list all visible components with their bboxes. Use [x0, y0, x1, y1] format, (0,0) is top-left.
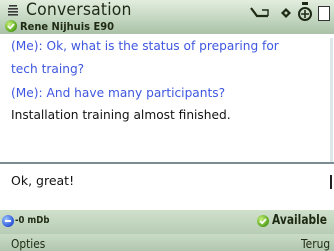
- status-bar: -0 mDb Available: [0, 210, 334, 234]
- data-connection-icon: [281, 8, 291, 18]
- text-cursor: [330, 175, 332, 189]
- options-softkey[interactable]: Opties: [11, 236, 45, 251]
- message-line: tech traing?: [11, 62, 85, 76]
- conversation-screen: Conversation Rene Nijhuis E90 (Me): Ok, …: [0, 0, 334, 251]
- conversation-app-icon: [8, 5, 18, 16]
- network-icon: [2, 215, 14, 227]
- softkey-bar: [0, 234, 334, 251]
- battery-level-icon: [318, 6, 330, 21]
- contact-presence-icon: [5, 20, 17, 32]
- availability-status[interactable]: Available: [272, 213, 327, 228]
- network-status: -0 mDb: [15, 215, 50, 226]
- message-input-text[interactable]: Ok, great!: [11, 173, 74, 188]
- signal-strength-icon: [250, 7, 269, 18]
- back-softkey[interactable]: Terug: [301, 236, 330, 251]
- contact-name: Rene Nijhuis E90: [20, 20, 114, 33]
- message-scrollbar[interactable]: [330, 38, 333, 166]
- message-line: (Me): And have many participants?: [11, 86, 226, 100]
- page-title: Conversation: [26, 0, 132, 20]
- header-bar: Conversation Rene Nijhuis E90: [0, 0, 334, 34]
- available-status-icon: [257, 215, 269, 227]
- message-line: Installation training almost finished.: [11, 108, 231, 122]
- message-line: (Me): Ok, what is the status of preparin…: [11, 39, 279, 53]
- battery-icon: [298, 2, 312, 21]
- message-list: (Me): Ok, what is the status of preparin…: [0, 34, 334, 162]
